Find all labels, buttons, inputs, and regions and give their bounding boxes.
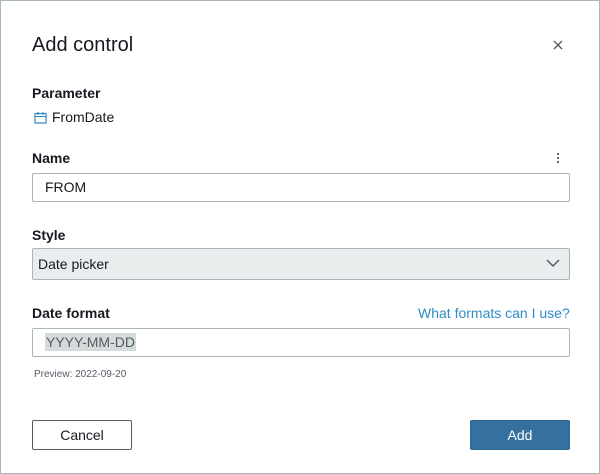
add-control-dialog: Add control Parameter FromDate Name FROM… (0, 0, 600, 474)
cancel-button[interactable]: Cancel (32, 420, 132, 450)
calendar-icon (34, 111, 47, 124)
parameter-row: FromDate (34, 109, 114, 125)
close-button[interactable] (548, 37, 568, 53)
parameter-label: Parameter (32, 85, 101, 101)
dialog-title: Add control (32, 34, 134, 56)
add-button[interactable]: Add (470, 420, 570, 450)
style-label: Style (32, 227, 66, 243)
style-select[interactable]: Date picker (32, 248, 570, 280)
kebab-menu-icon (556, 152, 560, 164)
name-menu-button[interactable] (552, 150, 564, 166)
formats-help-link[interactable]: What formats can I use? (418, 305, 570, 321)
date-format-label: Date format (32, 305, 110, 321)
parameter-name: FromDate (52, 109, 115, 125)
close-icon (553, 40, 563, 50)
date-format-input[interactable]: YYYY-MM-DD (32, 328, 570, 357)
chevron-down-icon (546, 259, 560, 268)
date-format-value: YYYY-MM-DD (45, 333, 136, 351)
style-selected-value: Date picker (38, 256, 109, 272)
name-label: Name (32, 150, 71, 166)
date-format-preview: Preview: 2022-09-20 (34, 369, 127, 380)
name-input[interactable]: FROM (32, 173, 570, 202)
